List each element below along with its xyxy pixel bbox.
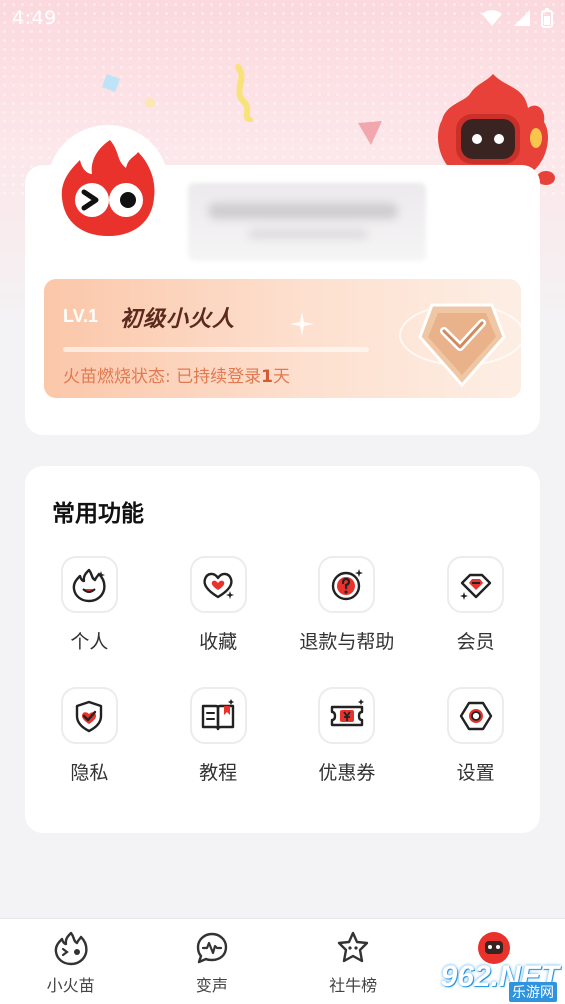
login-status: 火苗燃烧状态: 已持续登录1天 — [63, 362, 290, 387]
nav-item-ranking[interactable]: 社牛榜 — [283, 919, 424, 1004]
function-label: 退款与帮助 — [299, 631, 395, 653]
level-badge-icon — [399, 303, 521, 388]
level-card[interactable]: LV.1 初级小火人 火苗燃烧状态: 已持续登录1天 — [44, 279, 521, 398]
function-settings[interactable]: 设置 — [411, 687, 540, 785]
function-privacy[interactable]: 隐私 — [25, 687, 154, 785]
level-tag: LV.1 — [63, 306, 99, 326]
confetti-decoration — [102, 74, 120, 92]
flame-face-icon — [54, 931, 88, 966]
status-time: 4:49 — [12, 7, 57, 29]
functions-card: 常用功能 个人 收藏 退款与帮助 会员 隐私 教程 优惠券 设置 — [25, 466, 540, 833]
shield-check-icon — [60, 687, 118, 744]
nav-label: 变声 — [195, 976, 228, 995]
function-membership[interactable]: 会员 — [411, 556, 540, 654]
voice-wave-icon — [196, 932, 228, 964]
flame-avatar-icon — [61, 140, 155, 236]
star-face-icon — [337, 931, 369, 963]
watermark-sub: 乐游网 — [509, 982, 557, 1002]
functions-title: 常用功能 — [52, 501, 144, 527]
function-label: 教程 — [199, 762, 238, 784]
login-status-days: 1 — [261, 367, 273, 387]
nav-label: 社牛榜 — [329, 976, 378, 995]
functions-grid: 个人 收藏 退款与帮助 会员 隐私 教程 优惠券 设置 — [25, 556, 540, 785]
site-watermark: 962.NET 乐游网 — [428, 950, 565, 1004]
status-bar: 4:49 — [0, 0, 565, 36]
heart-icon — [189, 556, 247, 613]
signal-icon — [514, 10, 530, 26]
level-name: 初级小火人 — [120, 307, 236, 332]
function-coupons[interactable]: 优惠券 — [283, 687, 412, 785]
book-icon — [189, 687, 247, 744]
flame-face-icon — [60, 556, 118, 613]
function-label: 设置 — [456, 762, 495, 784]
question-icon — [318, 556, 376, 613]
confetti-decoration — [358, 121, 382, 145]
function-label: 隐私 — [70, 762, 109, 784]
function-favorites[interactable]: 收藏 — [154, 556, 283, 654]
nav-item-voice[interactable]: 变声 — [141, 919, 282, 1004]
hexagon-settings-icon — [447, 687, 505, 744]
nav-label: 小火苗 — [46, 976, 95, 995]
wifi-icon — [482, 10, 502, 26]
coupon-icon — [318, 687, 376, 744]
function-personal[interactable]: 个人 — [25, 556, 154, 654]
function-label: 个人 — [70, 631, 109, 653]
function-label: 优惠券 — [318, 762, 376, 784]
function-refund-help[interactable]: 退款与帮助 — [283, 556, 412, 654]
function-label: 会员 — [456, 631, 495, 653]
avatar[interactable] — [47, 125, 169, 247]
username-blurred — [188, 183, 426, 261]
login-status-suffix: 天 — [272, 367, 290, 387]
gem-icon — [447, 556, 505, 613]
confetti-decoration — [145, 98, 155, 108]
confetti-decoration — [235, 64, 253, 122]
login-status-prefix: 火苗燃烧状态: 已持续登录 — [63, 367, 262, 387]
function-label: 收藏 — [199, 631, 238, 653]
nav-item-flame[interactable]: 小火苗 — [0, 919, 141, 1004]
battery-icon — [541, 8, 553, 28]
function-tutorial[interactable]: 教程 — [154, 687, 283, 785]
level-progress-bar — [63, 347, 369, 352]
sparkle-icon — [290, 312, 314, 336]
